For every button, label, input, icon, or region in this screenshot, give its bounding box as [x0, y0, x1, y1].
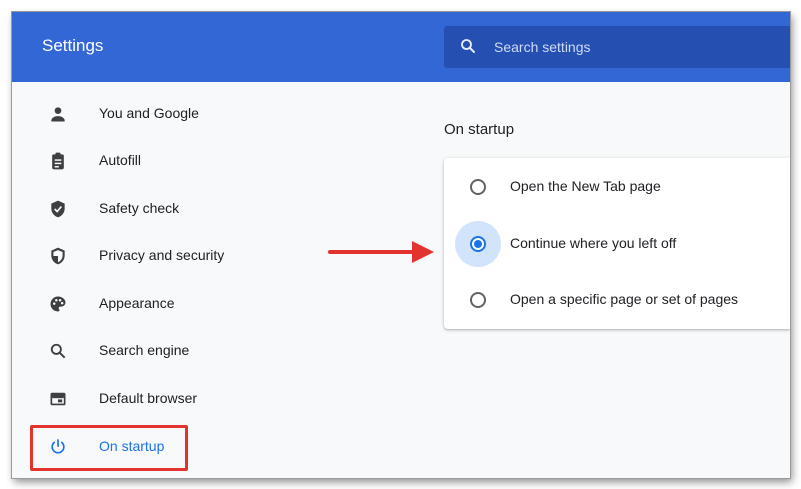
sidebar-item-label: Autofill: [99, 152, 142, 168]
person-icon: [51, 107, 65, 122]
startup-option-specific-pages[interactable]: Open a specific page or set of pages: [444, 271, 790, 327]
search-box[interactable]: [444, 26, 790, 68]
sidebar-item-appearance[interactable]: Appearance: [12, 283, 262, 323]
shield-icon: [51, 247, 65, 265]
sidebar-item-autofill[interactable]: Autofill: [12, 140, 262, 180]
radio-button[interactable]: [470, 292, 486, 308]
section-title: On startup: [444, 121, 515, 138]
annotation-arrow-icon: [328, 241, 434, 263]
sidebar-item-privacy-and-security[interactable]: Privacy and security: [12, 235, 262, 275]
sidebar-item-label: You and Google: [99, 105, 199, 121]
search-input[interactable]: [494, 36, 774, 58]
startup-options-card: Open the New Tab page Continue where you…: [444, 158, 790, 329]
sidebar-item-default-browser[interactable]: Default browser: [12, 378, 262, 418]
settings-window: Settings You and Google: [12, 12, 790, 478]
browser-window-icon: [50, 392, 66, 406]
sidebar-item-label: Safety check: [99, 200, 180, 216]
sidebar-item-search-engine[interactable]: Search engine: [12, 330, 262, 370]
palette-icon: [50, 296, 66, 312]
search-icon: [50, 343, 66, 359]
search-icon[interactable]: [459, 37, 477, 55]
sidebar-item-label: Appearance: [99, 295, 175, 311]
clipboard-icon: [52, 152, 64, 170]
annotation-highlight-box: [30, 425, 188, 471]
header-bar: Settings: [12, 12, 790, 82]
option-label: Continue where you left off: [510, 235, 677, 251]
radio-button[interactable]: [470, 179, 486, 195]
option-label: Open the New Tab page: [510, 178, 661, 194]
option-label: Open a specific page or set of pages: [510, 291, 739, 307]
sidebar-item-you-and-google[interactable]: You and Google: [12, 93, 262, 133]
shield-check-icon: [51, 200, 65, 218]
sidebar-item-safety-check[interactable]: Safety check: [12, 188, 262, 228]
startup-option-continue[interactable]: Continue where you left off: [444, 215, 790, 271]
sidebar-nav: You and Google Autofill Safety check Pri…: [12, 82, 262, 478]
page-title: Settings: [42, 36, 104, 55]
sidebar-item-label: Default browser: [99, 390, 198, 406]
sidebar-item-label: Search engine: [99, 342, 190, 358]
sidebar-item-label: Privacy and security: [99, 247, 225, 263]
startup-option-new-tab[interactable]: Open the New Tab page: [444, 158, 790, 214]
radio-button-selected[interactable]: [470, 236, 486, 252]
